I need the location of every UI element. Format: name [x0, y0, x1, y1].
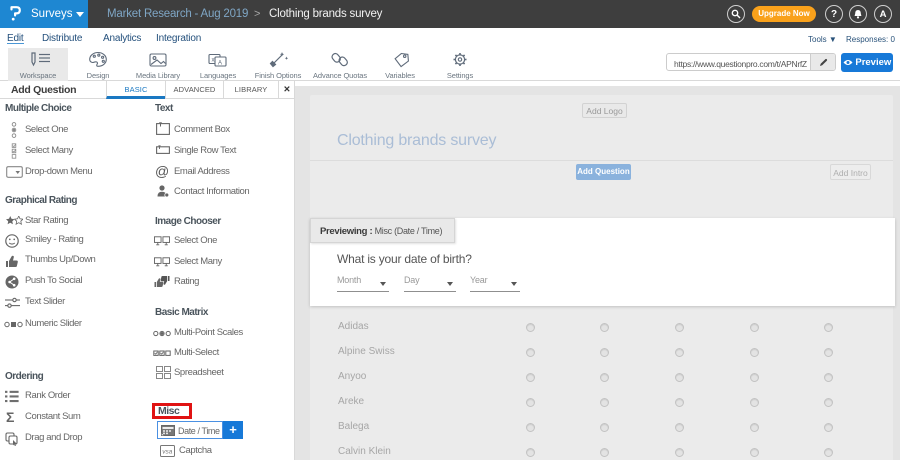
svg-text:x: x — [212, 58, 215, 64]
svg-text:vsa: vsa — [162, 449, 173, 456]
svg-text:A: A — [218, 61, 222, 67]
